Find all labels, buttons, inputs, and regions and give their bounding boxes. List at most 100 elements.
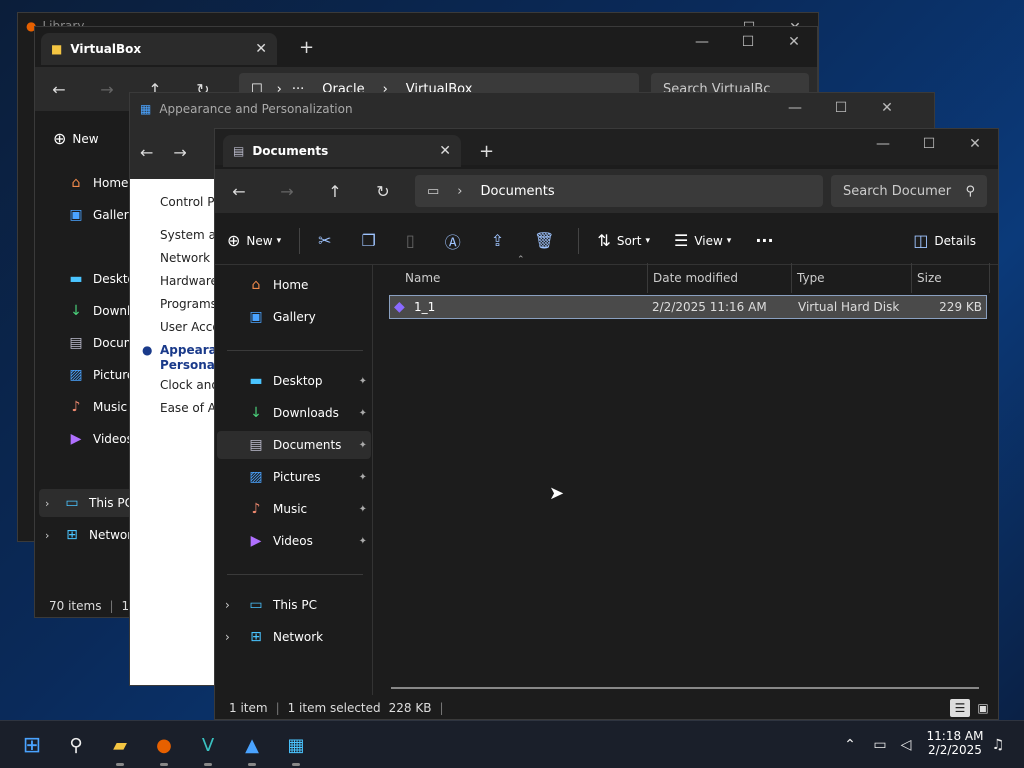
chevron-right-icon[interactable]: › [225,598,239,612]
copy-button[interactable]: ❐ [350,231,394,250]
horizontal-scrollbar[interactable] [391,687,979,689]
photos-icon[interactable]: ▲ [238,731,266,759]
nav-videos[interactable]: ▶ Videos ✦ [247,527,371,555]
back-icon[interactable]: ← [35,80,83,99]
column-date-modified[interactable]: Date modified [653,263,738,293]
column-separator[interactable] [989,263,990,293]
new-tab-icon[interactable]: + [299,37,314,58]
nav-videos[interactable]: ▶ Videos [67,425,133,453]
maximize-icon[interactable]: ☐ [906,129,952,159]
pin-icon[interactable]: ✦ [359,376,367,387]
cp-link-clock[interactable]: Clock and [160,378,219,392]
running-indicator [292,763,300,766]
new-tab-icon[interactable]: + [479,141,494,162]
pin-icon[interactable]: ✦ [359,440,367,451]
view-button[interactable]: ☰ View ▾ [662,231,743,250]
nav-documents[interactable]: ▤ Documents ✦ [217,431,371,459]
tiles-view-icon[interactable]: ▣ [974,699,992,717]
documents-address-bar[interactable]: ▭ › Documents [415,175,823,207]
forward-icon[interactable]: → [263,182,311,201]
column-separator[interactable] [911,263,912,293]
nav-gallery[interactable]: ▣ Gallery [247,303,315,331]
paste-icon: ▯ [405,231,415,250]
column-type[interactable]: Type [797,263,825,293]
pin-icon[interactable]: ✦ [359,504,367,515]
minimize-icon[interactable]: — [860,129,906,159]
close-tab-icon[interactable]: ✕ [439,143,451,159]
close-tab-icon[interactable]: ✕ [255,41,267,57]
close-icon[interactable]: ✕ [952,129,998,159]
minimize-icon[interactable]: — [772,93,818,123]
nav-music[interactable]: ♪ Music [67,393,128,421]
firefox-icon[interactable]: ● [150,731,178,759]
new-button[interactable]: ⊕ New ▾ [215,231,293,250]
cp-link-network[interactable]: Network a [160,251,221,265]
control-panel-icon[interactable]: ▦ [282,731,310,759]
network-status-icon[interactable]: ▭ [866,731,894,759]
documents-search-input[interactable]: Search Documer ⚲ [831,175,987,207]
sort-button[interactable]: ⇅ Sort ▾ [585,231,662,250]
column-separator[interactable] [791,263,792,293]
copy-icon: ❐ [361,231,376,250]
nav-home[interactable]: ⌂ Home [67,169,129,197]
forward-icon[interactable]: → [173,143,186,162]
back-icon[interactable]: ← [140,143,153,162]
maximize-icon[interactable]: ☐ [818,93,864,123]
cut-button[interactable]: ✂ [306,231,349,250]
maximize-icon[interactable]: ☐ [725,27,771,57]
cp-link-programs[interactable]: Programs [160,297,217,311]
nav-desktop[interactable]: ▬ Desktop ✦ [247,367,371,395]
tab-documents[interactable]: ▤ Documents ✕ [223,135,461,167]
nav-music[interactable]: ♪ Music ✦ [247,495,371,523]
chevron-up-icon[interactable]: ⌃ [836,731,864,759]
search-icon[interactable]: ⚲ [62,731,90,759]
nav-documents[interactable]: ▤ Docum [67,329,135,357]
refresh-icon[interactable]: ↻ [359,182,407,201]
details-view-icon[interactable]: ☰ [950,699,970,717]
vscode-icon[interactable]: V [194,731,222,759]
cp-link-control-panel[interactable]: Control Pa [160,195,221,209]
nav-network[interactable]: › ⊞ Network [225,623,323,651]
pin-icon[interactable]: ✦ [359,472,367,483]
breadcrumb-documents[interactable]: Documents [481,184,555,199]
rename-button[interactable]: Ⓐ [433,229,479,253]
tab-virtualbox[interactable]: ■ VirtualBox ✕ [41,33,277,65]
column-separator[interactable] [647,263,648,293]
more-options-button[interactable]: ··· [743,231,785,250]
forward-icon[interactable]: → [83,80,131,99]
start-icon[interactable]: ⊞ [18,731,46,759]
details-button[interactable]: ◫ Details [901,231,998,250]
minimize-icon[interactable]: — [679,27,725,57]
share-button[interactable]: ⇪ [479,231,522,250]
back-icon[interactable]: ← [215,182,263,201]
mouse-cursor-icon: ➤ [549,483,565,504]
running-indicator [204,763,212,766]
nav-home[interactable]: ⌂ Home [247,271,309,299]
notification-bell-icon[interactable]: ♫ [984,731,1012,759]
close-icon[interactable]: ✕ [864,93,910,123]
paste-button[interactable]: ▯ [394,231,433,250]
nav-downloads[interactable]: ↓ Downlo [67,297,138,325]
chevron-right-icon[interactable]: › [225,630,239,644]
new-button[interactable]: ⊕ New [41,129,111,148]
volume-muted-icon[interactable]: ◁ [892,731,920,759]
pin-icon[interactable]: ✦ [359,408,367,419]
nav-network[interactable]: › ⊞ Networ [39,521,132,549]
nav-gallery[interactable]: ▣ Gallery [67,201,135,229]
close-icon[interactable]: ✕ [771,27,817,57]
column-name[interactable]: Name [405,263,440,293]
delete-button[interactable]: 🗑 [522,231,572,250]
nav-pictures[interactable]: ▨ Pictures ✦ [247,463,371,491]
nav-this-pc[interactable]: › ▭ This PC [225,591,317,619]
cp-link-hardware[interactable]: Hardware [160,274,218,288]
table-row[interactable]: ◆ 1_1 2/2/2025 11:16 AM Virtual Hard Dis… [389,295,987,319]
column-size[interactable]: Size [917,263,942,293]
cp-link-user-accounts[interactable]: User Acco [160,320,220,334]
nav-downloads[interactable]: ↓ Downloads ✦ [247,399,371,427]
clock[interactable]: 11:18 AM 2/2/2025 [924,729,986,757]
running-indicator [160,763,168,766]
up-icon[interactable]: ↑ [311,182,359,201]
nav-this-pc[interactable]: › ▭ This PC [39,489,135,517]
pin-icon[interactable]: ✦ [359,536,367,547]
file-explorer-icon[interactable]: ▰ [106,731,134,759]
